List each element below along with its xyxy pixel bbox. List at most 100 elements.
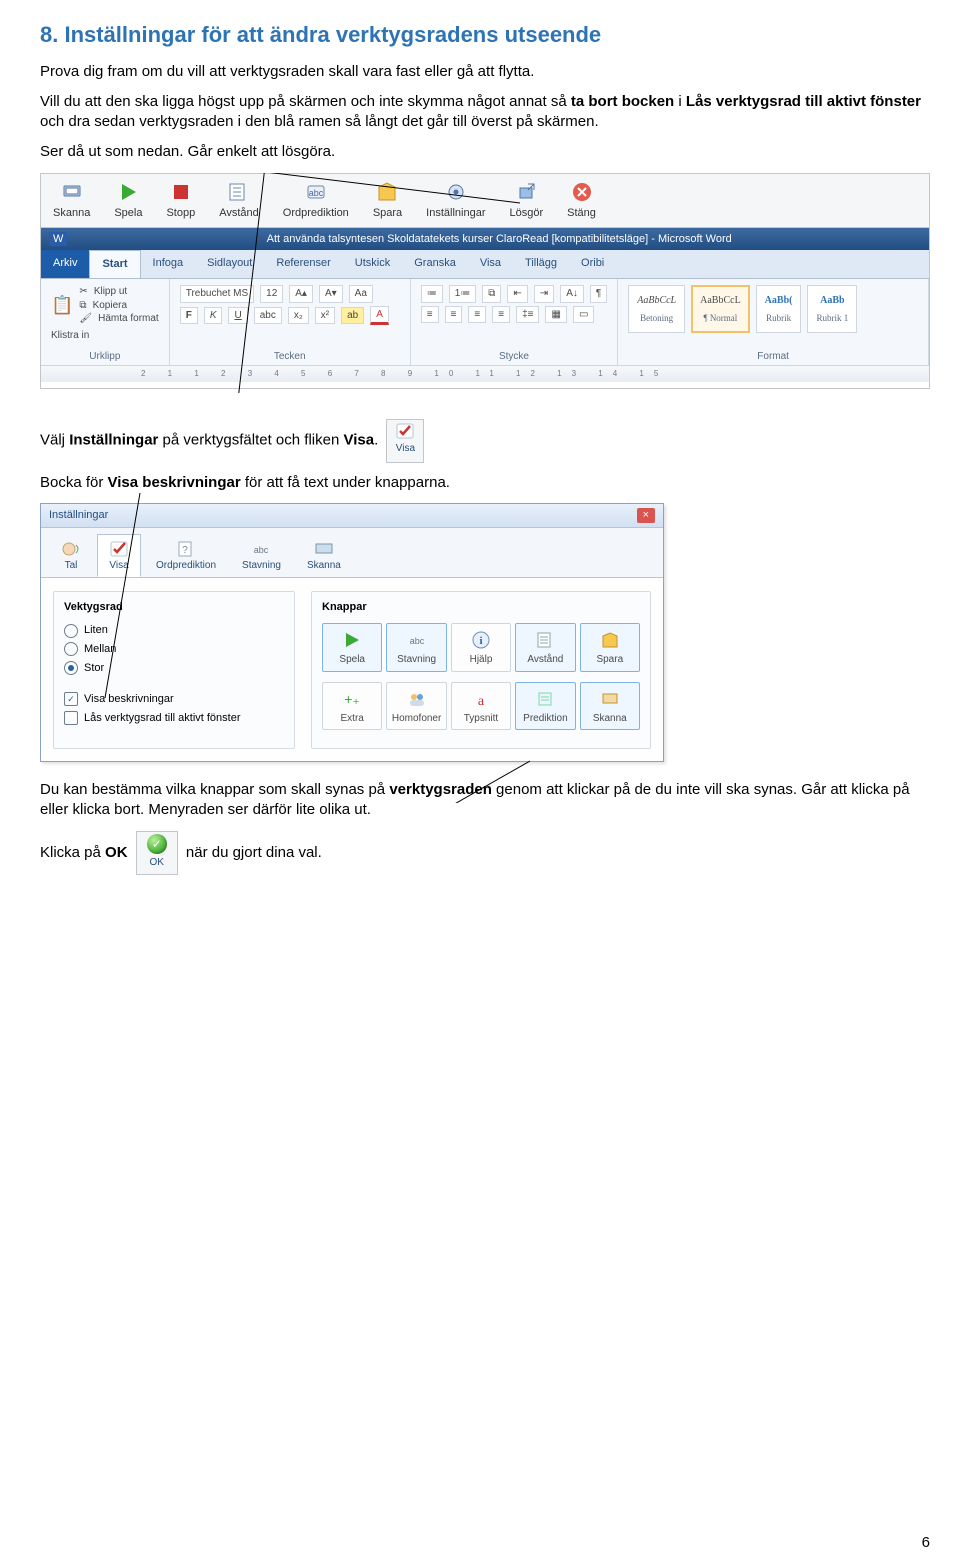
font-icon: a [454,689,508,709]
shrink-font-icon[interactable]: A▾ [319,285,343,303]
kn-avstand[interactable]: Avstånd [515,623,575,672]
kn-skanna[interactable]: Skanna [580,682,640,731]
bullets-button[interactable]: ≔ [421,285,443,303]
word-doc-title: Att använda talsyntesen Skoldatatekets k… [77,232,921,247]
m2b: Visa beskrivningar [108,474,241,491]
dlg-tab-stavning[interactable]: abc Stavning [231,534,292,578]
tab-arkiv[interactable]: Arkiv [41,250,89,278]
style-rubrik1[interactable]: AaBbRubrik 1 [807,285,857,333]
intro-paragraph: Prova dig fram om du vill att verktygsra… [40,62,930,82]
dlg-tab-ordprediktion-label: Ordprediktion [156,559,216,573]
bold-button[interactable]: F [180,307,198,325]
subscript-button[interactable]: x₂ [288,307,309,325]
svg-text:abc: abc [409,636,424,646]
claro-avstand-button[interactable]: Avstånd [207,174,271,227]
borders-button[interactable]: ▭ [573,306,594,324]
format-painter-icon[interactable]: 🖌 [79,312,92,326]
tab-sidlayout[interactable]: Sidlayout [195,250,264,278]
dialog-close-button[interactable]: × [637,508,655,523]
underline-button[interactable]: U [228,307,247,325]
claro-spela-button[interactable]: Spela [102,174,154,227]
superscript-button[interactable]: x² [315,307,335,325]
kn-spela[interactable]: Spela [322,623,382,672]
align-right-button[interactable]: ≡ [468,306,486,324]
kn-typsnitt[interactable]: aTypsnitt [451,682,511,731]
visa-badge-label: Visa [396,443,415,454]
tecken-group-title: Tecken [180,350,400,364]
svg-text:abc: abc [254,545,269,555]
ribbon-group-tecken: Trebuchet MS 12 A▴ A▾ Aa F K U abc x₂ x²… [170,279,411,365]
style-betoning[interactable]: AaBbCcLBetoning [628,285,685,333]
justify-button[interactable]: ≡ [492,306,510,324]
pilcrow-button[interactable]: ¶ [590,285,607,303]
e2a: Klicka på [40,844,105,861]
dlg-tab-ordprediktion[interactable]: ? Ordprediktion [145,534,227,578]
paste-icon[interactable]: 📋 [51,293,73,317]
claro-losgor-label: Lösgör [510,206,544,221]
style-normal[interactable]: AaBbCcL¶ Normal [691,285,750,333]
strike-button[interactable]: abc [254,307,282,325]
tab-infoga[interactable]: Infoga [141,250,196,278]
align-left-button[interactable]: ≡ [421,306,439,324]
line-spacing-button[interactable]: ‡≡ [516,306,539,324]
paragraph-3: Ser då ut som nedan. Går enkelt att lösg… [40,142,930,162]
word-ribbon: 📋 ✂Klipp ut ⧉Kopiera 🖌Hämta format Klist… [41,279,929,365]
paste-label: Klistra in [51,329,159,343]
kn-hjalp[interactable]: iHjälp [451,623,511,672]
align-center-button[interactable]: ≡ [445,306,463,324]
cut-icon[interactable]: ✂ [79,285,87,299]
font-size-field[interactable]: 12 [260,285,283,303]
kn-stavning[interactable]: abcStavning [386,623,446,672]
scanner-icon [583,689,637,709]
radio-mellan[interactable]: Mellan [64,642,284,657]
dlg-tab-skanna[interactable]: Skanna [296,534,352,578]
claro-spara-button[interactable]: Spara [361,174,414,227]
claro-stopp-button[interactable]: Stopp [154,174,207,227]
word-w-icon: W [49,232,67,247]
change-case-icon[interactable]: Aa [349,285,373,303]
italic-button[interactable]: K [204,307,223,325]
checkbox-las-verktygsrad[interactable]: Lås verktygsrad till aktivt fönster [64,711,284,726]
info-icon: i [454,630,508,650]
dlg-tab-tal[interactable]: Tal [49,534,93,578]
tab-granska[interactable]: Granska [402,250,468,278]
sort-button[interactable]: A↓ [560,285,584,303]
kn-prediktion[interactable]: Prediktion [515,682,575,731]
tab-oribi[interactable]: Oribi [569,250,616,278]
mid-paragraph-2: Bocka för Visa beskrivningar för att få … [40,473,930,493]
font-name-field[interactable]: Trebuchet MS [180,285,254,303]
claro-installningar-button[interactable]: Inställningar [414,174,497,227]
e2c: när du gjort dina val. [186,844,322,861]
kn-spara[interactable]: Spara [580,623,640,672]
tab-visa[interactable]: Visa [468,250,513,278]
copy-icon[interactable]: ⧉ [79,299,86,313]
claro-ordprediktion-button[interactable]: abc Ordprediktion [271,174,361,227]
tab-referenser[interactable]: Referenser [264,250,342,278]
checkmark-icon [395,422,415,440]
svg-text:abc: abc [309,188,324,198]
radio-stor[interactable]: Stor [64,661,284,676]
shading-button[interactable]: ▦ [545,306,566,324]
dlg-tab-visa[interactable]: Visa [97,534,141,578]
claro-skanna-button[interactable]: Skanna [41,174,102,227]
claro-avstand-label: Avstånd [219,206,259,221]
dedent-button[interactable]: ⇤ [507,285,527,303]
checkbox-visa-beskrivningar[interactable]: ✓Visa beskrivningar [64,692,284,707]
kn-homofoner[interactable]: Homofoner [386,682,446,731]
tab-tillagg[interactable]: Tillägg [513,250,569,278]
tab-start[interactable]: Start [89,250,140,278]
style-rubrik[interactable]: AaBb(Rubrik [756,285,802,333]
claro-stang-button[interactable]: Stäng [555,174,608,227]
kn-extra[interactable]: +₊Extra [322,682,382,731]
screenshot-settings-dialog-wrap: Inställningar × Tal Visa ? Ordprediktion… [40,503,930,762]
font-color-button[interactable]: A [370,306,389,326]
indent-button[interactable]: ⇥ [534,285,554,303]
spacing-icon [518,630,572,650]
grow-font-icon[interactable]: A▴ [289,285,313,303]
numbering-button[interactable]: 1≔ [449,285,477,303]
claro-losgor-button[interactable]: Lösgör [498,174,556,227]
multilevel-button[interactable]: ⧉ [482,285,501,303]
highlight-button[interactable]: ab [341,307,364,325]
radio-liten[interactable]: Liten [64,623,284,638]
tab-utskick[interactable]: Utskick [343,250,402,278]
